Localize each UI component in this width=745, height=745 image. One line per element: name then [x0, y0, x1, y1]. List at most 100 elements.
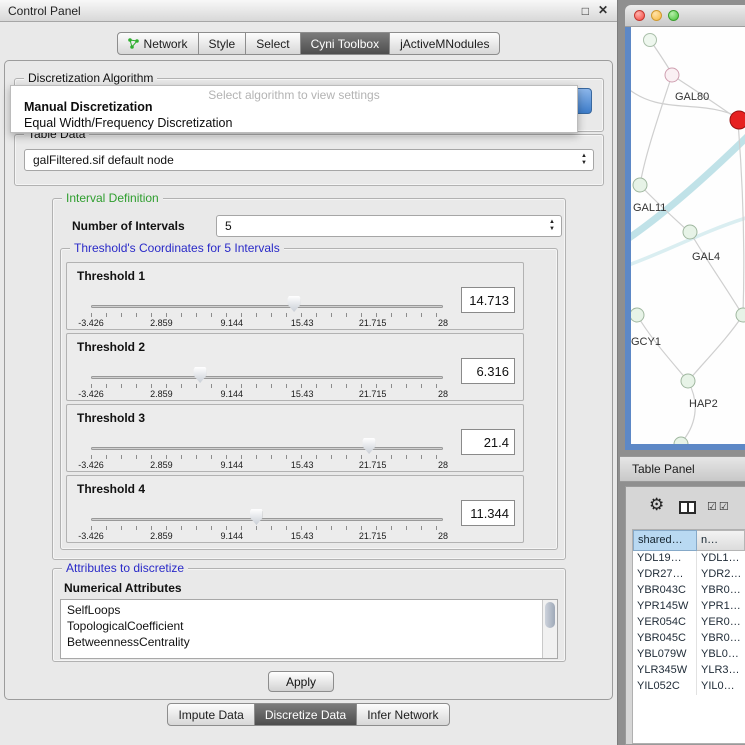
- threshold-coordinates-title: Threshold's Coordinates for 5 Intervals: [70, 241, 284, 255]
- table-row[interactable]: YBR045CYBR0…: [633, 631, 745, 647]
- tick-label: 21.715: [359, 460, 387, 470]
- network-node[interactable]: [736, 308, 745, 322]
- table-row[interactable]: YBR043CYBR0…: [633, 583, 745, 599]
- number-of-intervals-select[interactable]: 5 ▲▼: [216, 215, 562, 237]
- slider-track: [91, 518, 443, 521]
- float-window-icon[interactable]: □: [582, 4, 589, 18]
- algorithm-option-equal-width[interactable]: Equal Width/Frequency Discretization: [15, 116, 573, 131]
- tab-style[interactable]: Style: [198, 32, 247, 55]
- table-data-select[interactable]: galFiltered.sif default node ▲▼: [24, 149, 594, 171]
- network-node[interactable]: [631, 308, 644, 322]
- gear-icon[interactable]: ⚙: [649, 496, 664, 513]
- slider-track: [91, 305, 443, 308]
- network-edge[interactable]: [690, 232, 742, 314]
- network-node-selected[interactable]: [730, 111, 745, 129]
- close-icon[interactable]: ✕: [598, 3, 608, 17]
- network-canvas[interactable]: GAL80 GAL11 GAL4 GCY1 HAP2: [631, 27, 745, 444]
- chevron-updown-icon: ▲▼: [546, 219, 558, 233]
- threshold-2-slider[interactable]: -3.426 2.859 9.144 15.43 21.715 28: [91, 370, 443, 400]
- minimize-button[interactable]: [651, 10, 662, 21]
- threshold-1-panel: Threshold 1 -3.426 2.859 9.144 15.43 21.…: [66, 262, 524, 330]
- threshold-1-value[interactable]: [461, 287, 515, 313]
- tick-label: 21.715: [359, 531, 387, 541]
- table-row[interactable]: YDR27…YDR2…: [633, 567, 745, 583]
- network-node[interactable]: [665, 68, 679, 82]
- tab-label: Impute Data: [178, 708, 243, 722]
- network-node[interactable]: [674, 437, 688, 444]
- slider-thumb[interactable]: [288, 296, 301, 312]
- attributes-list: SelfLoops TopologicalCoefficient Between…: [60, 599, 558, 659]
- tab-impute-data[interactable]: Impute Data: [167, 703, 254, 726]
- tab-select[interactable]: Select: [245, 32, 300, 55]
- threshold-4-value[interactable]: [461, 500, 515, 526]
- scrollbar[interactable]: [542, 600, 557, 658]
- table-panel-title: Table Panel: [632, 457, 695, 481]
- table-panel-window: ⚙ ☑☑ shared… n… YDL19…YDL1… YDR27…YDR2… …: [625, 486, 745, 745]
- network-window-titlebar: [625, 5, 745, 27]
- chevron-updown-icon: ▲▼: [578, 153, 590, 167]
- list-item[interactable]: BetweennessCentrality: [61, 634, 557, 650]
- threshold-3-panel: Threshold 3 -3.426 2.859 9.144 15.43 21.…: [66, 404, 524, 472]
- network-edge[interactable]: [689, 315, 743, 380]
- network-node-label: GCY1: [631, 336, 661, 348]
- network-edge[interactable]: [681, 381, 695, 443]
- table-row[interactable]: YPR145WYPR1…: [633, 599, 745, 615]
- network-edge[interactable]: [640, 75, 672, 185]
- slider-ticks: [91, 313, 443, 317]
- control-panel-window: Control Panel □ ✕ Network Style Select C…: [0, 0, 618, 745]
- slider-thumb[interactable]: [363, 438, 376, 454]
- zoom-button[interactable]: [668, 10, 679, 21]
- tab-label: Network: [144, 37, 188, 51]
- scrollbar-thumb[interactable]: [545, 602, 555, 628]
- control-panel-titlebar: Control Panel □ ✕: [0, 0, 617, 22]
- table-data-value: galFiltered.sif default node: [33, 153, 174, 167]
- table-header-row: shared… n…: [633, 530, 745, 551]
- tick-label: 15.43: [291, 531, 314, 541]
- column-header-shared-name[interactable]: shared…: [633, 530, 697, 551]
- list-item[interactable]: TopologicalCoefficient: [61, 618, 557, 634]
- tab-infer-network[interactable]: Infer Network: [356, 703, 449, 726]
- network-node[interactable]: [633, 178, 647, 192]
- tick-label: 15.43: [291, 318, 314, 328]
- tab-discretize-data[interactable]: Discretize Data: [254, 703, 357, 726]
- apply-button[interactable]: Apply: [268, 671, 334, 692]
- slider-thumb[interactable]: [194, 367, 207, 383]
- tab-network[interactable]: Network: [117, 32, 199, 55]
- tick-label: 28: [438, 318, 448, 328]
- tick-label: 9.144: [221, 389, 244, 399]
- table-row[interactable]: YDL19…YDL1…: [633, 551, 745, 567]
- slider-thumb[interactable]: [250, 509, 263, 525]
- tick-label: 15.43: [291, 460, 314, 470]
- network-node[interactable]: [644, 34, 657, 47]
- network-node[interactable]: [681, 374, 695, 388]
- threshold-3-slider[interactable]: -3.426 2.859 9.144 15.43 21.715 28: [91, 441, 443, 471]
- tick-label: 21.715: [359, 318, 387, 328]
- table-row[interactable]: YER054CYER0…: [633, 615, 745, 631]
- threshold-3-value[interactable]: [461, 429, 515, 455]
- tick-label: 2.859: [150, 531, 173, 541]
- algorithm-dropdown: Select algorithm to view settings Manual…: [10, 85, 578, 133]
- checkbox-icons[interactable]: ☑☑: [707, 500, 731, 513]
- table-row[interactable]: YLR345WYLR3…: [633, 663, 745, 679]
- tick-label: 2.859: [150, 460, 173, 470]
- tab-label: Discretize Data: [265, 708, 346, 722]
- network-node[interactable]: [683, 225, 697, 239]
- table-row[interactable]: YIL052CYIL0…: [633, 679, 745, 695]
- tab-cyni-toolbox[interactable]: Cyni Toolbox: [300, 32, 390, 55]
- threshold-4-slider[interactable]: -3.426 2.859 9.144 15.43 21.715 28: [91, 512, 443, 542]
- tick-label: -3.426: [78, 389, 104, 399]
- tab-jactivemnodules[interactable]: jActiveMNodules: [389, 32, 500, 55]
- tick-label: 9.144: [221, 318, 244, 328]
- tick-label: 28: [438, 460, 448, 470]
- columns-icon[interactable]: [679, 501, 696, 514]
- algorithm-option-manual[interactable]: Manual Discretization: [15, 100, 573, 115]
- list-item[interactable]: SelfLoops: [61, 600, 557, 618]
- threshold-1-label: Threshold 1: [77, 269, 145, 283]
- table-row[interactable]: YBL079WYBL0…: [633, 647, 745, 663]
- close-button[interactable]: [634, 10, 645, 21]
- window-title: Control Panel: [8, 0, 81, 22]
- tick-label: 2.859: [150, 318, 173, 328]
- column-header-name[interactable]: n…: [697, 530, 745, 551]
- threshold-1-slider[interactable]: -3.426 2.859 9.144 15.43 21.715 28: [91, 299, 443, 329]
- threshold-2-value[interactable]: [461, 358, 515, 384]
